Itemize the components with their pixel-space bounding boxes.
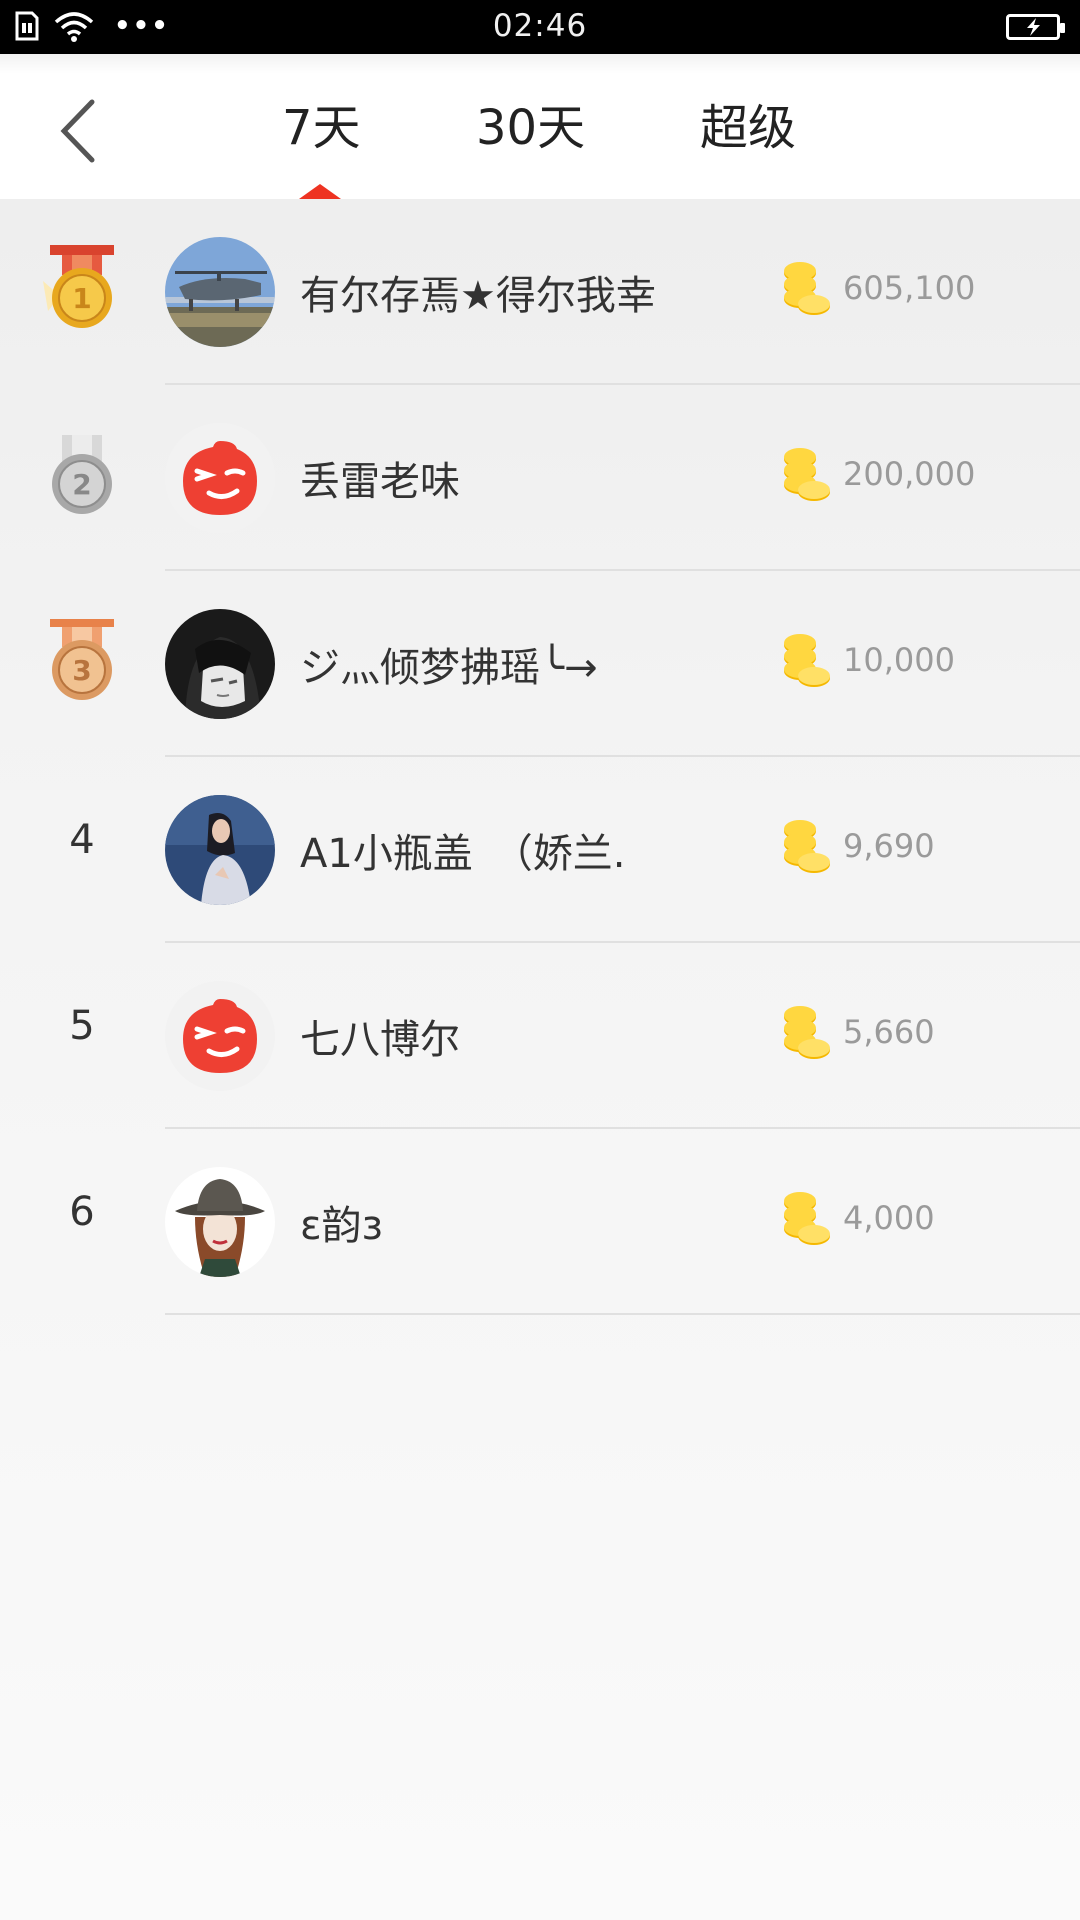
rank-number: 5 <box>69 1003 95 1049</box>
coin-amount: 9,690 <box>843 827 935 865</box>
gold-coins-icon <box>784 820 830 873</box>
default-red-face <box>165 423 275 533</box>
ranking-row[interactable]: 5 七八博尔 5,660 <box>0 943 1080 1129</box>
ranking-row[interactable]: 2 丢雷老味 200,000 <box>0 385 1080 571</box>
selected-tab-indicator <box>299 184 341 199</box>
tab-super[interactable]: 超级 <box>700 96 796 160</box>
status-bar: ••• 02:46 <box>0 0 1080 54</box>
silver-medal-icon: 2 <box>52 435 112 514</box>
gold-coins-icon <box>784 262 830 315</box>
avatar[interactable] <box>165 609 275 719</box>
ranking-list: 1 有尔存焉★得尔我幸 605,100 2 丢雷老味 200,000 3 ジ灬倾… <box>0 199 1080 1315</box>
back-arrow-icon[interactable] <box>52 96 112 166</box>
gold-medal-icon: 1 <box>43 245 114 328</box>
user-name: ɛ韵ɜ <box>300 1203 383 1249</box>
anime-portrait <box>165 609 275 719</box>
avatar[interactable] <box>165 423 275 533</box>
svg-text:3: 3 <box>72 654 91 687</box>
coin-amount: 200,000 <box>843 455 976 493</box>
coin-amount: 10,000 <box>843 641 955 679</box>
user-name: 七八博尔 <box>300 1017 460 1063</box>
ranking-row[interactable]: 3 ジ灬倾梦拂瑶╰→ 10,000 <box>0 571 1080 757</box>
battery-charging-icon <box>1006 14 1065 40</box>
ranking-row[interactable]: 4 A1小瓶盖 （娇兰. 9,690 <box>0 757 1080 943</box>
ranking-row[interactable]: 6 ɛ韵ɜ 4,000 <box>0 1129 1080 1315</box>
gold-coins-icon <box>784 1192 830 1245</box>
tab-7-days[interactable]: 7天 <box>282 96 361 160</box>
rank-number: 4 <box>69 817 95 863</box>
ranking-row[interactable]: 1 有尔存焉★得尔我幸 605,100 <box>0 199 1080 385</box>
user-name: A1小瓶盖 （娇兰. <box>300 831 626 877</box>
gold-coins-icon <box>784 634 830 687</box>
user-name: ジ灬倾梦拂瑶╰→ <box>300 645 598 691</box>
user-name: 丢雷老味 <box>300 459 460 505</box>
svg-text:2: 2 <box>72 468 91 501</box>
avatar[interactable] <box>165 795 275 905</box>
tab-30-days[interactable]: 30天 <box>476 96 585 160</box>
avatar[interactable] <box>165 981 275 1091</box>
rank-number: 6 <box>69 1189 95 1235</box>
svg-text:1: 1 <box>72 282 91 315</box>
coin-amount: 605,100 <box>843 269 976 307</box>
default-red-face <box>165 981 275 1091</box>
ranking-header: 7天 30天 超级 <box>0 54 1080 199</box>
helicopter-photo <box>165 237 275 347</box>
user-name: 有尔存焉★得尔我幸 <box>300 273 656 319</box>
bronze-medal-icon: 3 <box>50 619 114 700</box>
hat-girl-illustration <box>165 1167 275 1277</box>
coin-amount: 4,000 <box>843 1199 935 1237</box>
gold-coins-icon <box>784 1006 830 1059</box>
gold-coins-icon <box>784 448 830 501</box>
avatar[interactable] <box>165 237 275 347</box>
coin-amount: 5,660 <box>843 1013 935 1051</box>
woman-photo <box>165 795 275 905</box>
avatar[interactable] <box>165 1167 275 1277</box>
divider <box>165 1313 1080 1315</box>
status-time: 02:46 <box>492 8 588 44</box>
